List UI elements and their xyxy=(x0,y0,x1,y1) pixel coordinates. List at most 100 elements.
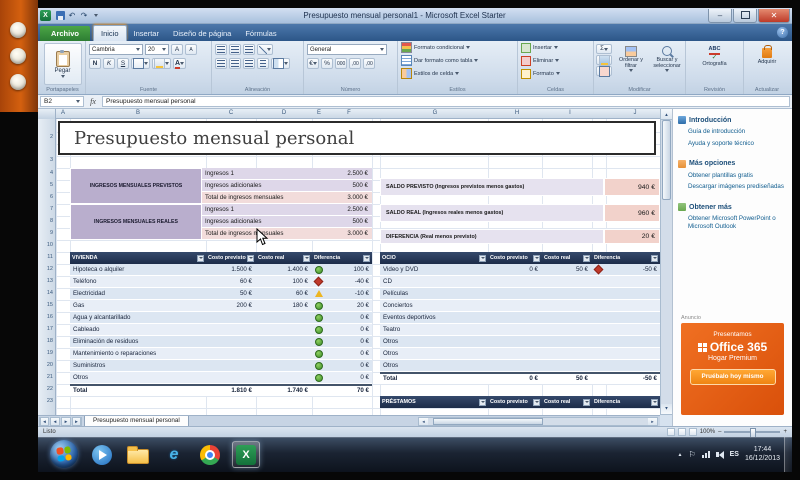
spelling-button[interactable]: ABC ✓ Ortografía xyxy=(690,44,740,84)
sheet-grid[interactable]: 234567891011121314151617181920212223 Pre… xyxy=(38,119,660,415)
increase-decimal-button[interactable]: ,00 xyxy=(349,58,361,69)
last-sheet-icon[interactable]: ► xyxy=(72,417,82,426)
font-size-combo[interactable]: 20 xyxy=(145,44,169,55)
row-header-12[interactable]: 12 xyxy=(39,266,53,272)
row-header-21[interactable]: 21 xyxy=(39,374,53,380)
column-header-B[interactable]: B xyxy=(128,109,148,118)
row-header-14[interactable]: 14 xyxy=(39,290,53,296)
font-color-button[interactable]: A xyxy=(173,58,186,69)
taskpane-link[interactable]: Ayuda y soporte técnico xyxy=(673,138,792,150)
taskbar-icon-internet-explorer[interactable]: e xyxy=(160,441,188,468)
column-header-I[interactable]: I xyxy=(560,109,580,118)
language-indicator[interactable]: ES xyxy=(730,451,739,458)
filter-button[interactable] xyxy=(533,255,540,262)
column-header-F[interactable]: F xyxy=(339,109,359,118)
taskpane-link[interactable]: Descargar imágenes prediseñadas xyxy=(673,181,792,193)
tab-diseno[interactable]: Diseño de página xyxy=(166,26,238,41)
filter-button[interactable] xyxy=(479,255,486,262)
row-header-9[interactable]: 9 xyxy=(39,230,53,236)
taskbar-icon-media-player[interactable] xyxy=(88,441,116,468)
taskbar-icon-chrome[interactable] xyxy=(196,441,224,468)
normal-view-button[interactable] xyxy=(667,428,675,436)
action-center-icon[interactable]: ⚐ xyxy=(688,450,695,460)
insert-function-icon[interactable]: fx xyxy=(87,97,99,106)
save-button[interactable] xyxy=(54,10,66,22)
zoom-out-button[interactable]: – xyxy=(718,429,721,435)
row-header-19[interactable]: 19 xyxy=(39,350,53,356)
row-header-23[interactable]: 23 xyxy=(39,398,53,404)
grow-font-button[interactable]: A xyxy=(171,44,183,55)
purchase-button[interactable]: Adquirir xyxy=(747,46,787,86)
merge-center-button[interactable] xyxy=(271,58,290,69)
align-right-button[interactable] xyxy=(243,58,255,69)
italic-button[interactable]: K xyxy=(103,58,115,69)
next-sheet-icon[interactable]: ► xyxy=(61,417,71,426)
filter-button[interactable] xyxy=(651,255,658,262)
row-header-3[interactable]: 3 xyxy=(39,157,53,163)
conditional-formatting-button[interactable]: Formato condicional xyxy=(398,41,517,54)
filter-button[interactable] xyxy=(583,399,590,406)
clock[interactable]: 17:44 16/12/2013 xyxy=(745,446,780,463)
zoom-slider[interactable] xyxy=(724,431,780,433)
column-header-J[interactable]: J xyxy=(625,109,645,118)
row-header-7[interactable]: 7 xyxy=(39,206,53,212)
page-break-view-button[interactable] xyxy=(689,428,697,436)
fill-button[interactable] xyxy=(596,55,612,65)
first-sheet-icon[interactable]: ◄ xyxy=(39,417,49,426)
row-header-8[interactable]: 8 xyxy=(39,218,53,224)
column-header-H[interactable]: H xyxy=(507,109,527,118)
autosum-button[interactable]: Σ xyxy=(596,44,612,54)
taskbar-icon-explorer[interactable] xyxy=(124,441,152,468)
shrink-font-button[interactable]: A xyxy=(185,44,197,55)
prev-sheet-icon[interactable]: ◄ xyxy=(50,417,60,426)
horizontal-scroll-thumb[interactable] xyxy=(433,418,543,425)
column-header-A[interactable]: A xyxy=(53,109,73,118)
page-layout-view-button[interactable] xyxy=(678,428,686,436)
filter-button[interactable] xyxy=(303,255,310,262)
row-header-17[interactable]: 17 xyxy=(39,326,53,332)
zoom-in-button[interactable]: + xyxy=(783,429,787,435)
sheet-tab[interactable]: Presupuesto mensual personal xyxy=(84,416,189,427)
row-header-20[interactable]: 20 xyxy=(39,362,53,368)
align-left-button[interactable] xyxy=(215,58,227,69)
horizontal-scrollbar[interactable]: ◄ ► xyxy=(418,417,658,426)
bold-button[interactable]: N xyxy=(89,58,101,69)
try-now-button[interactable]: Pruébalo hoy mismo xyxy=(690,369,776,385)
insert-cells-button[interactable]: Insertar xyxy=(518,41,593,54)
tab-inicio[interactable]: Inicio xyxy=(93,25,127,41)
minimize-button[interactable]: – xyxy=(708,9,732,23)
tab-archivo[interactable]: Archivo xyxy=(40,26,90,41)
device-button-2[interactable] xyxy=(10,48,26,64)
row-header-5[interactable]: 5 xyxy=(39,182,53,188)
filter-button[interactable] xyxy=(247,255,254,262)
align-middle-button[interactable] xyxy=(229,44,241,55)
scroll-right-icon[interactable]: ► xyxy=(648,418,657,425)
row-header-2[interactable]: 2 xyxy=(39,134,53,140)
row-header-11[interactable]: 11 xyxy=(39,254,53,260)
paste-button[interactable]: Pegar xyxy=(44,43,82,85)
filter-button[interactable] xyxy=(651,399,658,406)
format-as-table-button[interactable]: Dar formato como tabla xyxy=(398,54,517,67)
percent-button[interactable]: % xyxy=(321,58,333,69)
undo-button[interactable]: ↶ xyxy=(66,10,78,22)
formula-input[interactable]: Presupuesto mensual personal xyxy=(102,96,790,107)
network-icon[interactable] xyxy=(702,451,710,458)
start-button[interactable] xyxy=(50,440,78,468)
taskpane-link[interactable]: Obtener Microsoft PowerPoint o Microsoft… xyxy=(673,213,792,233)
sort-filter-button[interactable]: Ordenar y filtrar xyxy=(613,44,649,84)
column-header-G[interactable]: G xyxy=(425,109,445,118)
scroll-left-icon[interactable]: ◄ xyxy=(419,418,428,425)
scroll-up-icon[interactable]: ▲ xyxy=(661,109,672,120)
format-cells-button[interactable]: Formato xyxy=(518,67,593,80)
row-header-13[interactable]: 13 xyxy=(39,278,53,284)
name-box[interactable]: B2 xyxy=(40,96,84,107)
underline-button[interactable]: S xyxy=(117,58,129,69)
tab-insertar[interactable]: Insertar xyxy=(127,26,166,41)
number-format-combo[interactable]: General xyxy=(307,44,387,55)
fill-color-button[interactable] xyxy=(152,58,171,69)
taskpane-link[interactable]: Obtener plantillas gratis xyxy=(673,170,792,182)
redo-button[interactable]: ↷ xyxy=(78,10,90,22)
help-icon[interactable]: ? xyxy=(777,27,788,38)
align-bottom-button[interactable] xyxy=(243,44,255,55)
volume-icon[interactable] xyxy=(716,451,724,459)
